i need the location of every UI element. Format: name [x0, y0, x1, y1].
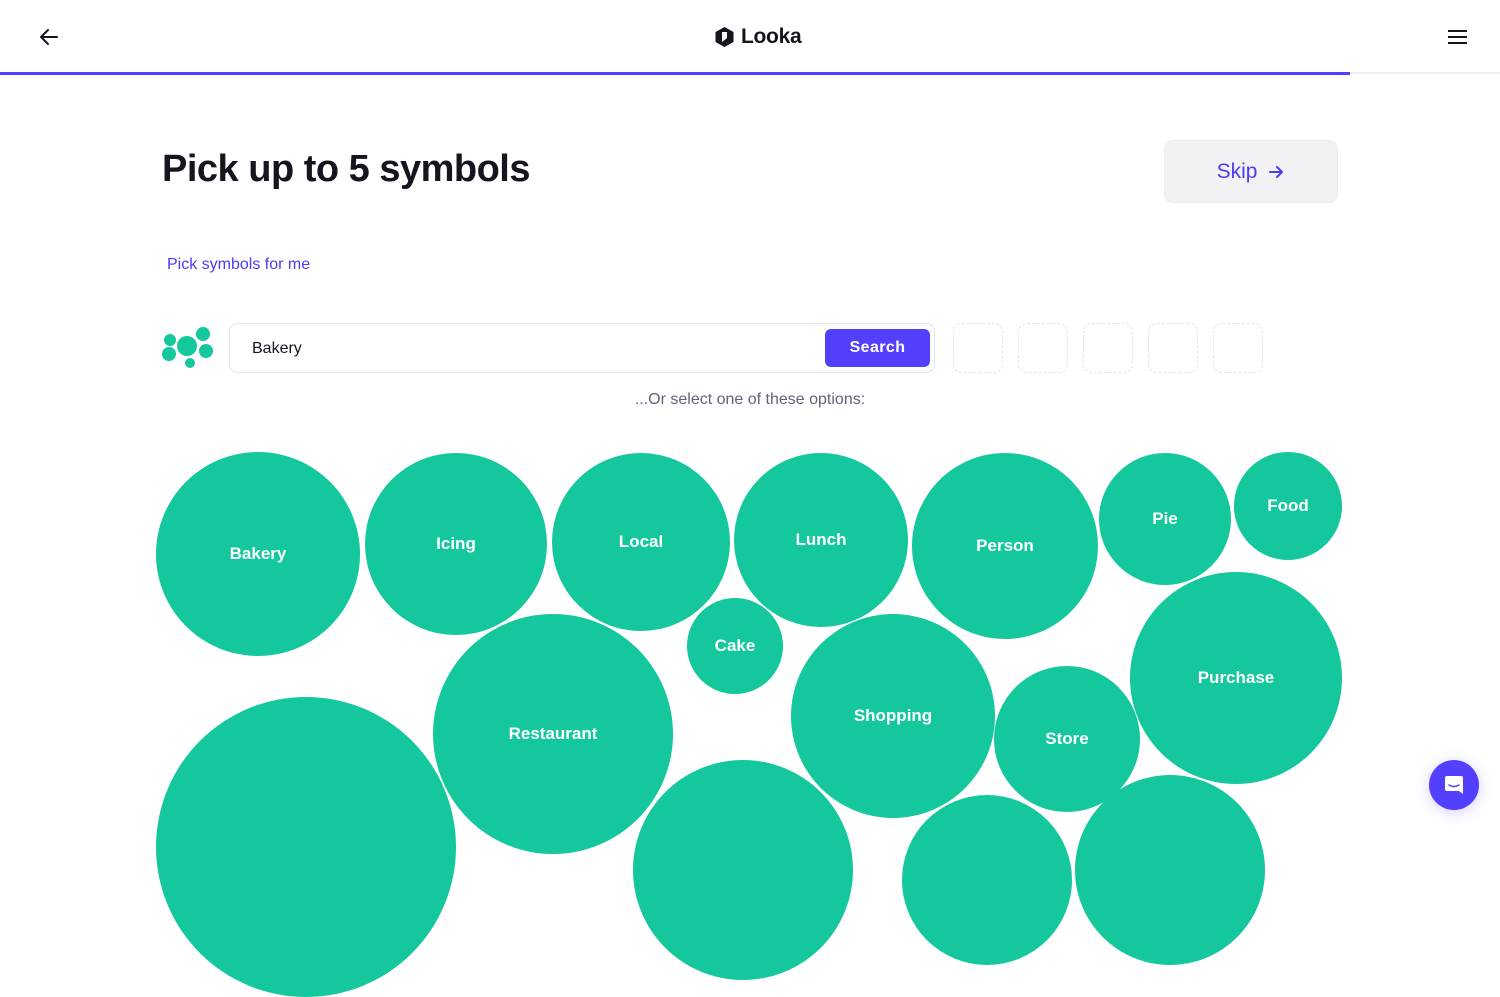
chat-bubble-icon [1445, 776, 1463, 794]
symbol-option-shopping[interactable]: Shopping [791, 614, 995, 818]
symbol-option-label: Person [976, 536, 1034, 555]
hamburger-menu-icon [1448, 30, 1467, 44]
symbol-option-bakery[interactable]: Bakery [156, 452, 360, 656]
symbol-option-label: Local [618, 532, 664, 551]
symbol-option-label: Lunch [795, 530, 847, 549]
symbol-option-unlabeled-15[interactable] [1075, 775, 1265, 965]
pick-symbols-for-me-link[interactable]: Pick symbols for me [167, 256, 310, 274]
selected-symbol-slots [953, 323, 1263, 373]
symbol-search-input[interactable] [250, 324, 814, 374]
symbol-option-lunch[interactable]: Lunch [734, 453, 908, 627]
looka-logo[interactable]: Looka [714, 24, 802, 50]
symbol-option-local[interactable]: Local [552, 453, 730, 631]
symbol-option-label: Purchase [1197, 668, 1275, 687]
selected-symbol-slot[interactable] [1083, 323, 1133, 373]
chat-support-button[interactable] [1429, 760, 1479, 810]
symbol-option-label: Food [1267, 496, 1309, 515]
selected-symbol-slot[interactable] [953, 323, 1003, 373]
symbol-option-food[interactable]: Food [1234, 452, 1342, 560]
symbol-option-person[interactable]: Person [912, 453, 1098, 639]
progress-bar [0, 72, 1350, 75]
symbol-option-restaurant[interactable]: Restaurant [433, 614, 673, 854]
symbol-search-box: Search [229, 323, 935, 374]
options-prompt: ...Or select one of these options: [634, 391, 866, 408]
selected-symbol-slot[interactable] [1018, 323, 1068, 373]
symbol-option-label: Restaurant [508, 724, 598, 743]
arrow-left-icon [40, 29, 58, 45]
selected-symbol-slot[interactable] [1148, 323, 1198, 373]
looka-logo-icon [715, 27, 734, 47]
symbol-option-icing[interactable]: Icing [365, 453, 547, 635]
menu-button[interactable] [1446, 26, 1470, 48]
symbol-option-label: Store [1045, 729, 1089, 748]
symbol-option-unlabeled-12[interactable] [156, 697, 456, 997]
page-title: Pick up to 5 symbols [162, 148, 531, 190]
skip-label: Skip [1216, 159, 1258, 183]
selected-symbol-slot[interactable] [1213, 323, 1263, 373]
symbol-option-pie[interactable]: Pie [1099, 453, 1231, 585]
symbol-option-label: Cake [714, 636, 756, 655]
skip-button[interactable]: Skip [1164, 140, 1338, 203]
symbol-option-unlabeled-13[interactable] [633, 760, 853, 980]
symbol-option-label: Bakery [229, 544, 287, 563]
symbol-bubbles-icon [162, 327, 213, 368]
symbol-option-unlabeled-14[interactable] [902, 795, 1072, 965]
symbol-option-purchase[interactable]: Purchase [1130, 572, 1342, 784]
back-button[interactable] [36, 24, 62, 50]
symbol-option-label: Pie [1152, 509, 1178, 528]
symbol-option-cake[interactable]: Cake [687, 598, 783, 694]
symbol-option-label: Icing [436, 534, 476, 553]
search-button[interactable]: Search [825, 329, 930, 367]
logo-text: Looka [741, 25, 802, 48]
top-navigation-bar: Looka [0, 0, 1500, 73]
arrow-right-icon [1269, 165, 1284, 178]
symbol-option-label: Shopping [853, 706, 933, 725]
